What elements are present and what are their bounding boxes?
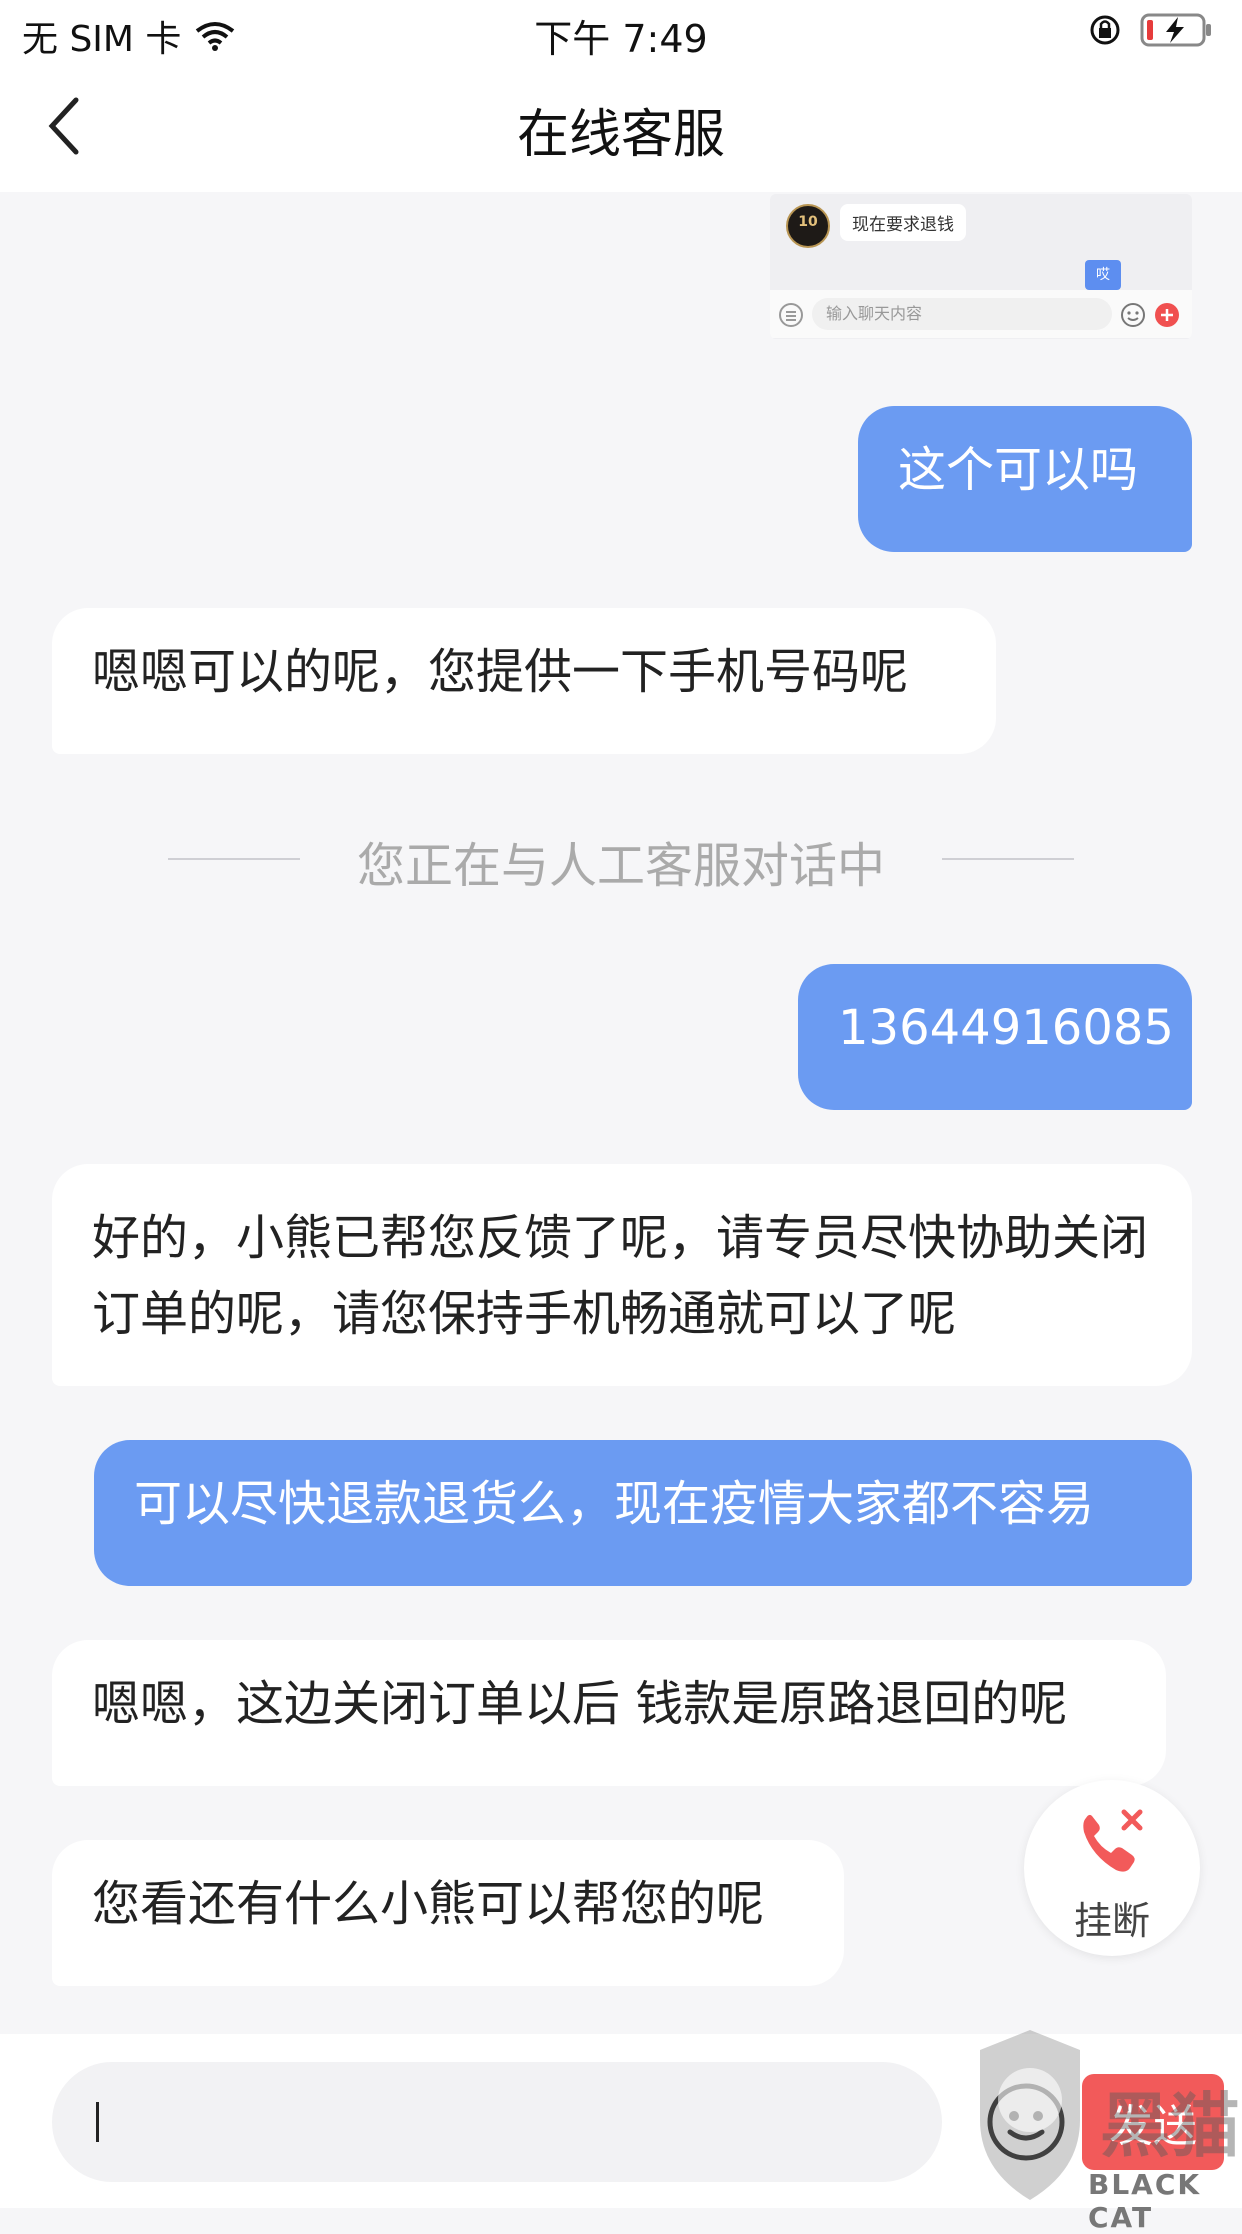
send-button[interactable]: 发送 xyxy=(1082,2074,1224,2170)
message-outgoing: 13644916085 xyxy=(798,964,1192,1110)
attachment-bubble-text: 现在要求退钱 xyxy=(840,204,966,241)
message-outgoing: 这个可以吗 xyxy=(858,406,1192,552)
human-agent-divider: 您正在与人工客服对话中 xyxy=(0,820,1242,896)
message-incoming: 嗯嗯，这边关闭订单以后 钱款是原路退回的呢 xyxy=(52,1640,1166,1786)
attachment-menu-icon xyxy=(779,303,803,327)
text-cursor xyxy=(96,2102,99,2142)
hangup-phone-icon xyxy=(1083,1809,1143,1872)
emoji-icon[interactable] xyxy=(984,2080,1068,2164)
message-incoming: 您看还有什么小熊可以帮您的呢 xyxy=(52,1840,844,1986)
hangup-label: 挂断 xyxy=(1073,1899,1150,1943)
hangup-button[interactable]: 挂断 xyxy=(1024,1780,1200,1956)
message-incoming: 嗯嗯可以的呢，您提供一下手机号码呢 xyxy=(52,608,996,754)
nav-bar: 在线客服 xyxy=(0,62,1242,192)
status-bar: 无 SIM 卡 下午 7:49 xyxy=(0,0,1242,62)
attachment-input-bar: 输入聊天内容 xyxy=(770,290,1192,338)
status-right xyxy=(1088,12,1214,48)
message-incoming: 好的，小熊已帮您反馈了呢，请专员尽快协助关闭订单的呢，请您保持手机畅通就可以了呢 xyxy=(52,1164,1192,1386)
attachment-emoji-icon xyxy=(1121,303,1145,327)
page-title: 在线客服 xyxy=(516,105,725,165)
attachment-input-placeholder: 输入聊天内容 xyxy=(812,298,1112,330)
battery-charging-icon xyxy=(1140,13,1211,47)
status-time: 下午 7:49 xyxy=(534,17,708,61)
divider-line-right xyxy=(942,858,1074,860)
message-input[interactable] xyxy=(52,2062,942,2182)
composer-bar: 发送 xyxy=(0,2034,1242,2208)
attachment-blue-bubble: 哎 xyxy=(1085,260,1121,290)
orientation-lock-icon xyxy=(1090,15,1120,45)
watermark-text: BLACK CAT xyxy=(1088,2168,1202,2234)
divider-text: 您正在与人工客服对话中 xyxy=(356,838,885,894)
attachment-plus-icon xyxy=(1155,303,1179,327)
message-outgoing: 可以尽快退款退货么，现在疫情大家都不容易 xyxy=(94,1440,1192,1586)
attachment-avatar: 10 xyxy=(786,204,830,248)
image-attachment[interactable]: 10 现在要求退钱 哎 输入聊天内容 xyxy=(770,194,1192,339)
